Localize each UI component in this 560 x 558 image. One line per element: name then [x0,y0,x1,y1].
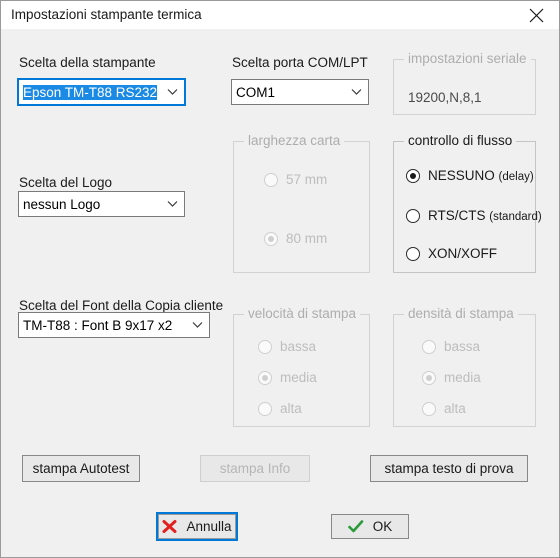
print-autotest-button[interactable]: stampa Autotest [22,455,140,482]
print-density-option-media[interactable]: media [422,370,481,385]
radio-icon [258,370,272,385]
radio-icon [406,208,420,223]
port-label: Scelta porta COM/LPT [232,55,368,70]
flow-control-title: controllo di flusso [404,133,517,148]
logo-combobox[interactable]: nessun Logo [18,191,185,217]
ok-button-label: OK [372,519,393,534]
paper-width-option-57mm-label: 57 mm [286,172,328,187]
print-density-option-alta[interactable]: alta [422,401,466,416]
green-check-icon [347,519,364,534]
paper-width-group: larghezza carta 57 mm 80 mm [233,133,370,273]
flow-control-option-nessuno-text: NESSUNO [428,168,495,183]
print-density-group: densità di stampa bassa media alta [393,306,536,427]
print-density-option-media-label: media [444,370,481,385]
chevron-down-icon[interactable] [160,80,184,104]
flow-control-option-xonxoff-label: XON/XOFF [428,246,498,261]
cancel-button[interactable]: Annulla [158,514,236,539]
paper-width-title: larghezza carta [244,133,345,148]
flow-control-option-nessuno-note: (delay) [498,171,534,183]
logo-label: Scelta del Logo [19,175,113,190]
print-autotest-button-label: stampa Autotest [32,461,130,476]
close-icon[interactable] [514,1,559,29]
chevron-down-icon[interactable] [160,192,184,216]
radio-icon [422,401,436,416]
printer-combobox-value: Epson TM-T88 RS232 [23,84,158,100]
font-label: Scelta del Font della Copia cliente [19,298,224,313]
flow-control-option-rtscts-note: (standard) [489,211,542,223]
flow-control-option-nessuno-label: NESSUNO (delay) [428,168,534,183]
printer-settings-dialog: Impostazioni stampante termica Scelta de… [0,0,560,558]
print-density-option-alta-label: alta [444,401,466,416]
print-test-text-button-label: stampa testo di prova [384,461,514,476]
radio-icon [406,168,420,183]
flow-control-option-nessuno[interactable]: NESSUNO (delay) [406,168,534,183]
radio-icon [258,339,272,354]
chevron-down-icon[interactable] [344,80,368,104]
flow-control-option-rtscts[interactable]: RTS/CTS (standard) [406,208,542,223]
print-speed-option-alta-label: alta [280,401,302,416]
print-speed-option-media-label: media [280,370,317,385]
ok-button[interactable]: OK [331,514,409,539]
print-info-button: stampa Info [200,455,310,482]
print-info-button-label: stampa Info [219,461,291,476]
radio-icon [422,339,436,354]
paper-width-option-57mm[interactable]: 57 mm [264,172,327,187]
print-speed-option-bassa-label: bassa [280,339,317,354]
print-density-option-bassa-label: bassa [444,339,481,354]
flow-control-option-rtscts-text: RTS/CTS [428,208,486,223]
logo-combobox-value: nessun Logo [23,196,101,212]
chevron-down-icon[interactable] [185,313,209,337]
port-combobox-value: COM1 [236,84,276,100]
print-density-option-bassa[interactable]: bassa [422,339,480,354]
print-speed-group: velocità di stampa bassa media alta [233,306,370,427]
print-speed-option-media[interactable]: media [258,370,317,385]
flow-control-group: controllo di flusso NESSUNO (delay) RTS/… [393,133,542,273]
radio-icon [264,172,278,187]
serial-settings-value: 19200,N,8,1 [408,90,482,105]
flow-control-option-xonxoff[interactable]: XON/XOFF [406,246,497,261]
window-title: Impostazioni stampante termica [11,7,202,22]
print-speed-title: velocità di stampa [244,306,361,321]
serial-settings-title: impostazioni seriale [404,51,531,66]
paper-width-option-80mm[interactable]: 80 mm [264,231,327,246]
serial-settings-group: impostazioni seriale 19200,N,8,1 [393,51,536,115]
paper-width-option-80mm-label: 80 mm [286,231,328,246]
printer-combobox[interactable]: Epson TM-T88 RS232 [17,78,186,106]
printer-combobox-value-wrap: Epson TM-T88 RS232 [19,84,160,100]
radio-icon [258,401,272,416]
font-combobox-value: TM-T88 : Font B 9x17 x2 [23,317,173,333]
font-combobox[interactable]: TM-T88 : Font B 9x17 x2 [18,312,210,338]
print-test-text-button[interactable]: stampa testo di prova [370,455,528,482]
radio-icon [264,231,278,246]
radio-icon [422,370,436,385]
cancel-button-label: Annulla [186,519,232,534]
red-x-icon [162,519,177,534]
title-bar: Impostazioni stampante termica [1,1,559,29]
print-speed-option-bassa[interactable]: bassa [258,339,316,354]
port-combobox[interactable]: COM1 [231,79,369,105]
print-density-title: densità di stampa [404,306,518,321]
flow-control-option-rtscts-label: RTS/CTS (standard) [428,208,542,223]
radio-icon [406,246,420,261]
print-speed-option-alta[interactable]: alta [258,401,302,416]
printer-label: Scelta della stampante [19,55,156,70]
